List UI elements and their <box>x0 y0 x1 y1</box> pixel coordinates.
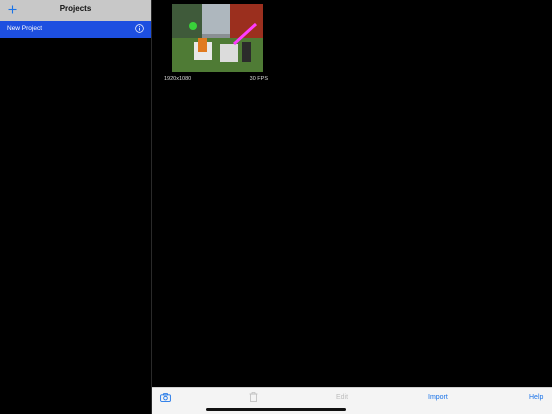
edit-button[interactable]: Edit <box>336 394 348 401</box>
help-button[interactable]: Help <box>529 394 543 401</box>
clip-thumbnail-card[interactable]: 1920x1080 30 FPS <box>164 4 276 84</box>
home-indicator <box>206 408 346 411</box>
clip-resolution: 1920x1080 <box>164 76 192 82</box>
camera-icon <box>160 393 171 402</box>
clip-grid: 1920x1080 30 FPS <box>152 0 552 387</box>
clip-fps: 30 FPS <box>249 76 268 82</box>
clip-thumbnail-image <box>172 4 263 72</box>
info-circle-icon[interactable] <box>135 24 144 33</box>
sidebar-header: Projects <box>0 0 151 21</box>
sidebar-title: Projects <box>59 4 92 13</box>
project-item-new-project[interactable]: New Project <box>0 21 151 38</box>
import-button[interactable]: Import <box>428 394 448 401</box>
camera-button[interactable] <box>160 393 171 404</box>
delete-button[interactable] <box>249 392 258 404</box>
trash-icon <box>249 392 258 402</box>
sidebar: Projects New Project <box>0 0 152 414</box>
project-label: New Project <box>7 25 43 32</box>
